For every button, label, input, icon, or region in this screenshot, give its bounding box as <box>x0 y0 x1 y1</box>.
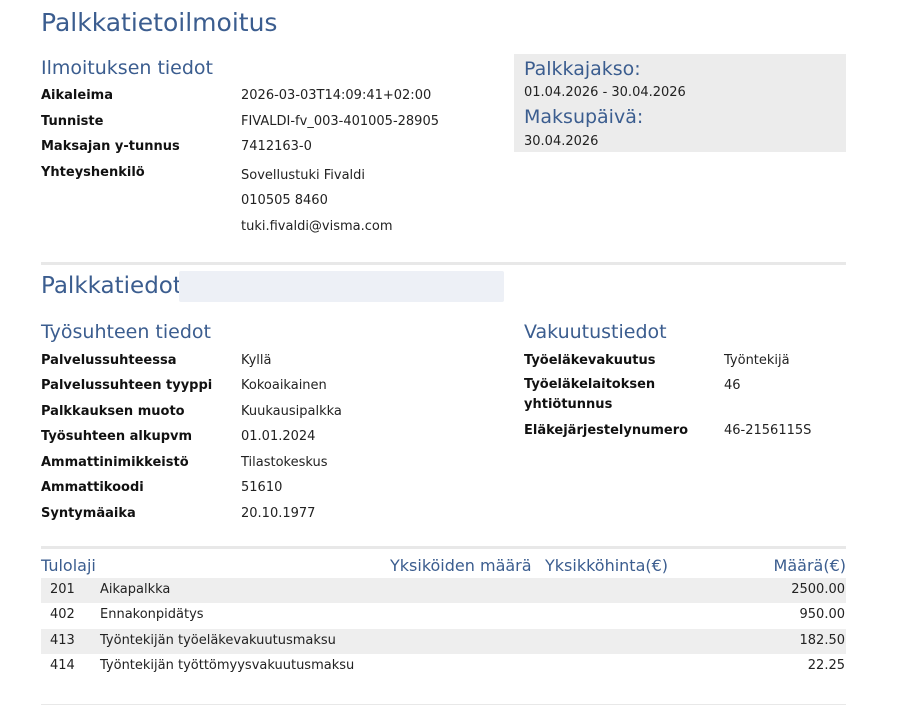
employment-label-3: Työsuhteen alkupvm <box>41 429 193 444</box>
employment-value-2: Kuukausipalkka <box>241 404 342 419</box>
salary-heading: Palkkatiedot, <box>41 273 190 299</box>
section-divider <box>41 262 846 265</box>
pay-period-label: Palkkajakso: <box>524 58 641 80</box>
payday-label: Maksupäivä: <box>524 106 644 128</box>
payday-value: 30.04.2026 <box>524 134 599 149</box>
col-header-unit-price: Yksikköhinta(€) <box>545 556 669 575</box>
row-description: Aikapalkka <box>100 582 171 597</box>
timestamp-label: Aikaleima <box>41 88 113 103</box>
employment-label-0: Palvelussuhteessa <box>41 353 177 368</box>
col-header-units: Yksiköiden määrä <box>390 556 532 575</box>
col-header-type: Tulolaji <box>41 556 96 575</box>
identifier-value: FIVALDI-fv_003-401005-28905 <box>241 114 439 129</box>
notice-heading: Ilmoituksen tiedot <box>41 57 214 79</box>
employment-label-4: Ammattinimikkeistö <box>41 455 189 470</box>
redacted-employee-name <box>179 271 504 302</box>
payer-id-label: Maksajan y-tunnus <box>41 139 180 154</box>
pay-period-value: 01.04.2026 - 30.04.2026 <box>524 85 686 100</box>
row-amount: 22.25 <box>807 658 845 673</box>
employment-value-6: 20.10.1977 <box>241 506 316 521</box>
row-code: 402 <box>50 607 75 622</box>
insurance-value-1: 46 <box>724 378 741 393</box>
insurance-label-0: Työeläkevakuutus <box>524 353 656 368</box>
employment-label-2: Palkkauksen muoto <box>41 404 185 419</box>
pay-period-box: Palkkajakso: 01.04.2026 - 30.04.2026 Mak… <box>514 54 846 152</box>
employment-value-1: Kokoaikainen <box>241 378 327 393</box>
table-row: 402 Ennakonpidätys 950.00 <box>41 603 846 628</box>
contact-label: Yhteyshenkilö <box>41 165 145 180</box>
row-amount: 182.50 <box>799 633 846 648</box>
employment-value-3: 01.01.2024 <box>241 429 316 444</box>
table-divider <box>41 546 846 549</box>
insurance-heading: Vakuutustiedot <box>524 321 667 343</box>
contact-phone: 010505 8460 <box>241 193 328 208</box>
employment-value-4: Tilastokeskus <box>241 455 328 470</box>
table-row: 201 Aikapalkka 2500.00 <box>41 578 846 603</box>
page-title: Palkkatietoilmoitus <box>41 8 278 37</box>
row-code: 413 <box>50 633 75 648</box>
row-description: Työntekijän työttömyysvakuutusmaksu <box>100 658 355 673</box>
timestamp-value: 2026-03-03T14:09:41+02:00 <box>241 88 432 103</box>
row-code: 414 <box>50 658 75 673</box>
bottom-divider <box>41 704 846 705</box>
table-row: 413 Työntekijän työeläkevakuutusmaksu 18… <box>41 629 846 654</box>
insurance-value-2: 46-2156115S <box>724 423 812 438</box>
payer-id-value: 7412163-0 <box>241 139 312 154</box>
employment-label-6: Syntymäaika <box>41 506 136 521</box>
table-row: 414 Työntekijän työttömyysvakuutusmaksu … <box>41 654 846 679</box>
contact-email: tuki.fivaldi@visma.com <box>241 219 393 234</box>
employment-heading: Työsuhteen tiedot <box>41 321 211 343</box>
insurance-value-0: Työntekijä <box>724 353 790 368</box>
row-description: Työntekijän työeläkevakuutusmaksu <box>100 633 336 648</box>
row-code: 201 <box>50 582 75 597</box>
employment-label-5: Ammattikoodi <box>41 480 144 495</box>
col-header-amount: Määrä(€) <box>773 556 846 575</box>
row-amount: 950.00 <box>799 607 846 622</box>
insurance-label-1: Työeläkelaitoksen yhtiötunnus <box>524 377 656 412</box>
employment-label-1: Palvelussuhteen tyyppi <box>41 378 213 393</box>
contact-name: Sovellustuki Fivaldi <box>241 168 366 183</box>
insurance-label-2: Eläkejärjestelynumero <box>524 423 689 438</box>
row-description: Ennakonpidätys <box>100 607 204 622</box>
identifier-label: Tunniste <box>41 114 104 129</box>
row-amount: 2500.00 <box>791 582 845 597</box>
employment-value-5: 51610 <box>241 480 283 495</box>
employment-value-0: Kyllä <box>241 353 272 368</box>
payslip-page: Palkkatietoilmoitus Ilmoituksen tiedot A… <box>0 0 897 706</box>
